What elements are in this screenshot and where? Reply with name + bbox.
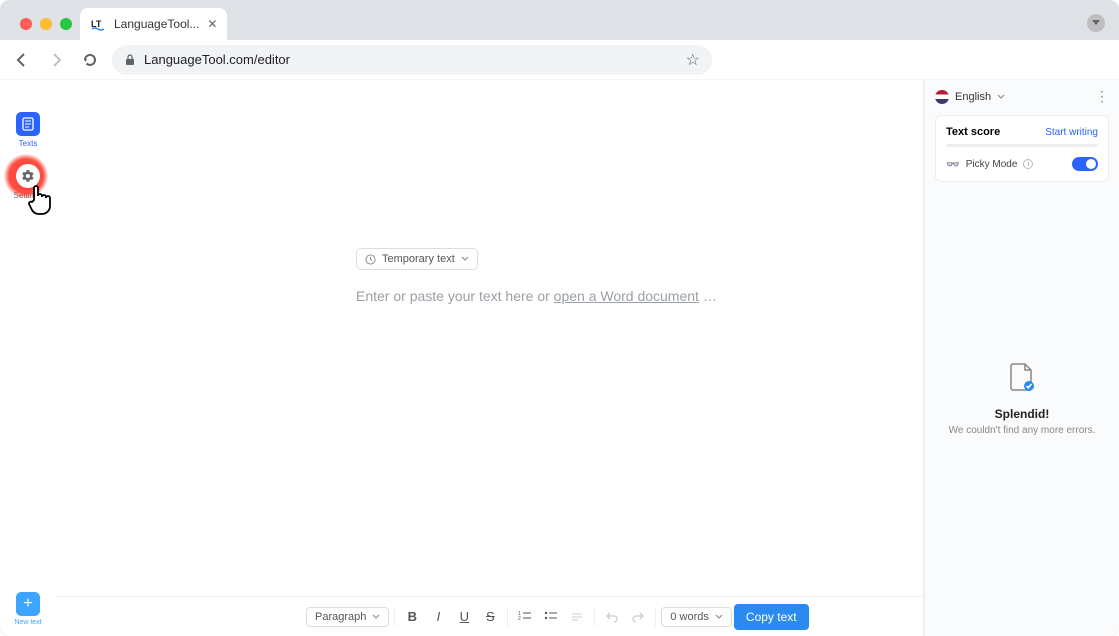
close-tab-icon[interactable]: ✕	[207, 17, 217, 31]
browser-window: LT LanguageTool... ✕ LanguageTool.com/ed…	[0, 0, 1119, 636]
sidebar-item-new-text[interactable]: + New text	[14, 592, 41, 626]
profile-avatar[interactable]	[1087, 14, 1105, 32]
url-text: LanguageTool.com/editor	[144, 52, 290, 67]
unordered-list-button[interactable]	[539, 605, 563, 629]
tab-title: LanguageTool...	[114, 17, 199, 31]
tab-bar: LT LanguageTool... ✕	[0, 0, 1119, 40]
open-word-link[interactable]: open a Word document	[554, 288, 699, 304]
chevron-down-icon	[715, 613, 723, 621]
bold-button[interactable]: B	[400, 605, 424, 629]
paragraph-style-select[interactable]: Paragraph	[306, 607, 389, 627]
chevron-down-icon	[372, 613, 380, 621]
browser-tab[interactable]: LT LanguageTool... ✕	[80, 8, 227, 40]
forward-button[interactable]	[44, 48, 68, 72]
texts-icon	[16, 112, 40, 136]
placeholder-prefix: Enter or paste your text here or	[356, 288, 554, 304]
start-writing-link[interactable]: Start writing	[1045, 127, 1098, 138]
app-body: Texts Settings + New text	[0, 80, 1119, 636]
panel-menu-icon[interactable]: ⋮	[1095, 88, 1109, 105]
document-title-chip[interactable]: Temporary text	[356, 248, 478, 270]
svg-text:2: 2	[518, 616, 521, 622]
underline-button[interactable]: U	[452, 605, 476, 629]
editor-area: Temporary text Enter or paste your text …	[56, 80, 924, 636]
plus-icon: +	[16, 592, 40, 616]
picky-mode-label: Picky Mode	[966, 159, 1018, 170]
maximize-window-icon[interactable]	[60, 18, 72, 30]
sidebar-item-texts[interactable]: Texts	[16, 112, 40, 148]
picky-mode-toggle[interactable]	[1072, 157, 1098, 171]
splendid-title: Splendid!	[935, 407, 1109, 421]
document-check-icon	[1009, 362, 1035, 392]
editor-placeholder[interactable]: Enter or paste your text here or open a …	[356, 288, 923, 304]
text-score-title: Text score	[946, 126, 1000, 138]
right-panel: English ⋮ Text score Start writing 👓 Pic…	[924, 80, 1119, 636]
redo-button[interactable]	[626, 605, 650, 629]
favicon-icon: LT	[90, 16, 106, 32]
minimize-window-icon[interactable]	[40, 18, 52, 30]
text-score-card: Text score Start writing 👓 Picky Mode i	[935, 115, 1109, 182]
copy-text-button[interactable]: Copy text	[734, 604, 809, 630]
clear-format-button[interactable]	[565, 605, 589, 629]
reload-button[interactable]	[78, 48, 102, 72]
picky-mode-row: 👓 Picky Mode i	[946, 157, 1098, 171]
address-bar[interactable]: LanguageTool.com/editor ☆	[112, 45, 712, 75]
bookmark-star-icon[interactable]: ☆	[686, 50, 700, 70]
placeholder-suffix: …	[699, 288, 717, 304]
glasses-icon: 👓	[946, 158, 960, 171]
undo-button[interactable]	[600, 605, 624, 629]
sidebar-item-settings[interactable]: Settings	[14, 164, 43, 200]
left-sidebar: Texts Settings + New text	[0, 80, 56, 636]
splendid-message: We couldn't find any more errors.	[935, 425, 1109, 436]
italic-button[interactable]: I	[426, 605, 450, 629]
flag-us-icon	[935, 90, 949, 104]
lock-icon	[124, 54, 136, 66]
strikethrough-button[interactable]: S	[478, 605, 502, 629]
chevron-down-icon	[997, 93, 1005, 101]
language-selector[interactable]: English ⋮	[935, 88, 1109, 105]
score-progress-bar	[946, 144, 1098, 147]
back-button[interactable]	[10, 48, 34, 72]
word-count-select[interactable]: 0 words	[661, 607, 732, 627]
cursor-hand-icon	[26, 182, 58, 218]
texts-label: Texts	[19, 139, 38, 148]
document-title: Temporary text	[382, 253, 455, 265]
nav-bar: LanguageTool.com/editor ☆	[0, 40, 1119, 80]
no-errors-panel: Splendid! We couldn't find any more erro…	[935, 362, 1109, 436]
chevron-down-icon	[461, 255, 469, 263]
clock-icon	[365, 254, 376, 265]
ordered-list-button[interactable]: 12	[513, 605, 537, 629]
info-icon[interactable]: i	[1023, 159, 1033, 169]
close-window-icon[interactable]	[20, 18, 32, 30]
bottom-toolbar: Paragraph B I U S 12	[56, 596, 923, 636]
window-controls	[12, 18, 80, 40]
new-text-label: New text	[14, 619, 41, 626]
